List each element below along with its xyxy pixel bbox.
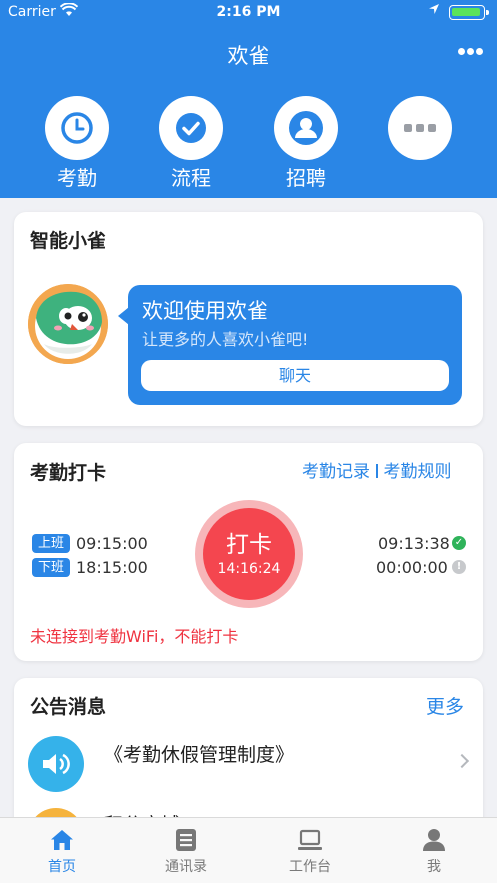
on-duty-time: 09:15:00 xyxy=(76,534,148,553)
status-bar: Carrier 2:16 PM xyxy=(0,0,497,26)
home-icon xyxy=(51,830,73,850)
chevron-right-icon[interactable] xyxy=(454,753,470,769)
assistant-card-title: 智能小雀 xyxy=(30,230,107,252)
punch-button[interactable]: 打卡 14:16:24 xyxy=(195,500,303,608)
punch-time: 14:16:24 xyxy=(217,561,281,577)
bird-avatar xyxy=(28,284,108,364)
person-icon xyxy=(423,829,445,851)
attendance-rules-link[interactable]: 考勤规则 xyxy=(384,462,452,482)
contacts-book-icon xyxy=(176,829,196,851)
tab-bar: 首页 通讯录 工作台 我 xyxy=(0,817,497,883)
alert-circle-icon: ! xyxy=(452,560,466,574)
more-menu-icon[interactable] xyxy=(458,48,484,56)
attendance-links: 考勤记录 考勤规则 xyxy=(302,457,452,482)
checkin-time: 09:13:38 xyxy=(378,534,450,553)
off-duty-tag: 下班 xyxy=(32,558,70,577)
wifi-warning-text: 未连接到考勤WiFi，不能打卡 xyxy=(30,627,239,646)
punch-label: 打卡 xyxy=(226,532,272,558)
tab-label: 工作台 xyxy=(289,859,331,875)
person-icon xyxy=(274,96,338,160)
laptop-icon xyxy=(298,829,322,850)
tab-label: 通讯录 xyxy=(165,859,207,875)
assistant-subtitle: 让更多的人喜欢小雀吧! xyxy=(142,330,309,349)
page-title: 欢雀 xyxy=(227,44,270,68)
chat-button[interactable]: 聊天 xyxy=(141,360,449,391)
assistant-bubble: 欢迎使用欢雀 让更多的人喜欢小雀吧! 聊天 xyxy=(118,285,462,405)
tab-label: 首页 xyxy=(48,859,76,875)
assistant-greeting: 欢迎使用欢雀 xyxy=(142,299,268,323)
quick-action-recruit[interactable]: 招聘 xyxy=(274,96,338,190)
tab-me[interactable]: 我 xyxy=(372,818,496,883)
quick-action-workflow[interactable]: 流程 xyxy=(159,96,223,190)
location-arrow-icon xyxy=(428,3,440,18)
speaker-icon xyxy=(28,736,84,792)
check-icon xyxy=(159,96,223,160)
quick-action-attendance[interactable]: 考勤 xyxy=(45,96,109,190)
tab-label: 我 xyxy=(427,859,441,875)
tab-home[interactable]: 首页 xyxy=(0,818,124,883)
quick-action-label: 流程 xyxy=(171,166,211,190)
more-icon xyxy=(388,96,452,160)
attendance-records-link[interactable]: 考勤记录 xyxy=(302,462,370,482)
off-duty-time: 18:15:00 xyxy=(76,558,148,577)
attendance-card: 考勤打卡 考勤记录 考勤规则 上班 09:15:00 下班 18:15:00 打卡… xyxy=(14,443,483,661)
attendance-card-title: 考勤打卡 xyxy=(30,462,107,484)
clock-icon xyxy=(45,96,109,160)
notice-item-title[interactable]: 《考勤休假管理制度》 xyxy=(104,740,294,767)
on-duty-tag: 上班 xyxy=(32,534,70,553)
notices-card-title: 公告消息 xyxy=(30,696,107,718)
link-divider xyxy=(376,464,378,478)
battery-icon xyxy=(449,5,489,20)
status-time: 2:16 PM xyxy=(216,4,281,20)
tab-workbench[interactable]: 工作台 xyxy=(248,818,372,883)
checkout-time: 00:00:00 xyxy=(376,558,448,577)
quick-action-label: 考勤 xyxy=(57,166,97,190)
punch-button-face[interactable]: 打卡 14:16:24 xyxy=(203,508,295,600)
assistant-card: 智能小雀 欢迎使用欢雀 让更多的人喜欢小雀吧! 聊天 xyxy=(14,212,483,426)
quick-action-label: 招聘 xyxy=(286,166,326,190)
notices-more-link[interactable]: 更多 xyxy=(426,692,464,719)
tab-contacts[interactable]: 通讯录 xyxy=(124,818,248,883)
check-circle-icon: ✓ xyxy=(452,536,466,550)
quick-action-more[interactable] xyxy=(388,96,452,160)
